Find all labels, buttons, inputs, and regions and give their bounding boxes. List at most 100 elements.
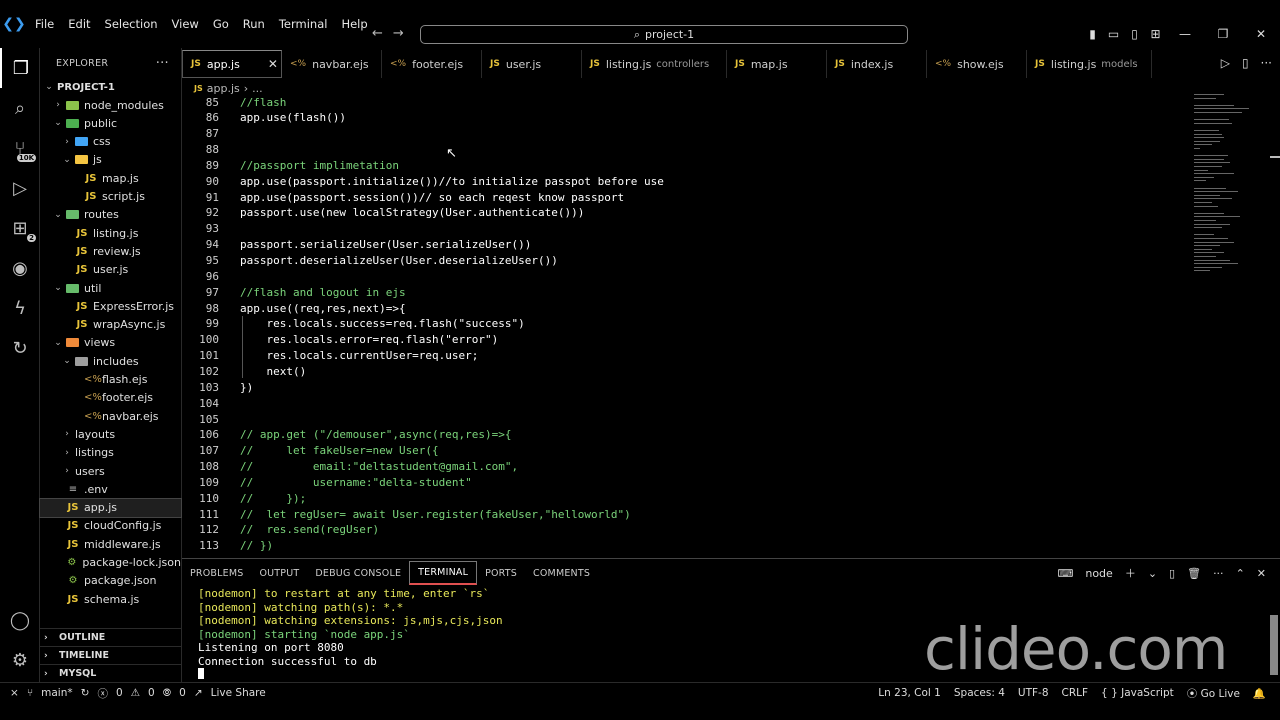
file-listing-js[interactable]: JS listing.js [40, 224, 181, 242]
toggle-secondary-sidebar-icon[interactable]: ▯ [1124, 27, 1145, 41]
folder-users[interactable]: › users [40, 462, 181, 480]
run-debug-icon[interactable]: ▷ [0, 168, 40, 208]
branch-name[interactable]: main* [41, 687, 73, 699]
notifications-icon[interactable]: 🔔 [1253, 687, 1266, 700]
terminal-dropdown-icon[interactable]: ⌄ [1148, 567, 1157, 580]
more-editor-actions-icon[interactable]: ··· [1261, 56, 1272, 70]
section-outline[interactable]: › OUTLINE [40, 628, 181, 646]
split-terminal-icon[interactable]: ▯ [1169, 567, 1175, 580]
language-mode[interactable]: { } JavaScript [1101, 687, 1174, 699]
extensions-icon[interactable]: ⊞ 2 [0, 208, 40, 248]
tab-user-js[interactable]: JS user.js [482, 50, 582, 78]
menu-terminal[interactable]: Terminal [272, 17, 335, 31]
folder-views[interactable]: ⌄ views [40, 334, 181, 352]
code-editor[interactable]: 85 //flash 86 app.use(flash()) 87 88 89 //passp… [182, 94, 1192, 553]
terminal-scrollbar[interactable] [1270, 615, 1278, 675]
folder-routes[interactable]: ⌄ routes [40, 206, 181, 224]
search-activity-icon[interactable]: ⌕ [0, 88, 40, 128]
panel-tab-comments[interactable]: COMMENTS [525, 561, 598, 585]
file-expresserror-js[interactable]: JS ExpressError.js [40, 297, 181, 315]
file-flash-ejs[interactable]: <% flash.ejs [40, 371, 181, 389]
folder-css[interactable]: › css [40, 133, 181, 151]
panel-tab-output[interactable]: OUTPUT [251, 561, 307, 585]
back-arrow-icon[interactable]: ← [372, 26, 383, 41]
command-center-search[interactable]: ⌕ project-1 [420, 25, 908, 44]
menu-go[interactable]: Go [206, 17, 236, 31]
breadcrumb-file[interactable]: app.js [207, 82, 240, 95]
sync-icon[interactable]: ↻ [81, 687, 90, 699]
customize-layout-icon[interactable]: ⊞ [1145, 27, 1166, 41]
github-icon[interactable]: ◉ [0, 248, 40, 288]
folder-includes[interactable]: ⌄ includes [40, 352, 181, 370]
project-root[interactable]: ⌄ PROJECT-1 [40, 78, 181, 96]
line-ending[interactable]: CRLF [1062, 687, 1089, 699]
tab-show-ejs[interactable]: <% show.ejs [927, 50, 1027, 78]
folder-listings[interactable]: › listings [40, 444, 181, 462]
folder-node-modules[interactable]: › node_modules [40, 96, 181, 114]
encoding[interactable]: UTF-8 [1018, 687, 1049, 699]
file-package-lock-json[interactable]: ⚙ package-lock.json [40, 554, 181, 572]
more-actions-icon[interactable]: ··· [156, 56, 169, 71]
section-timeline[interactable]: › TIMELINE [40, 646, 181, 664]
run-file-icon[interactable]: ▷ [1221, 56, 1230, 70]
cursor-position[interactable]: Ln 23, Col 1 [878, 687, 941, 699]
panel-tab-debug-console[interactable]: DEBUG CONSOLE [307, 561, 409, 585]
tab-app-js[interactable]: JS app.js ✕ [182, 50, 282, 78]
terminal-shell-name[interactable]: node [1085, 567, 1112, 580]
errors-count[interactable]: 0 [116, 687, 123, 699]
warnings-count[interactable]: 0 [148, 687, 155, 699]
editor-scrollbar-marker[interactable] [1270, 156, 1280, 158]
go-live[interactable]: ⦿ Go Live [1187, 686, 1240, 701]
explorer-icon[interactable]: ❐ [0, 48, 40, 88]
live-share-icon[interactable]: ↻ [0, 328, 40, 368]
more-panel-actions-icon[interactable]: ··· [1213, 567, 1224, 580]
minimap[interactable] [1192, 94, 1268, 284]
panel-tab-ports[interactable]: PORTS [477, 561, 525, 585]
file-cloudconfig-js[interactable]: JS cloudConfig.js [40, 517, 181, 535]
ports-count[interactable]: 0 [179, 687, 186, 699]
terminal-output[interactable]: [nodemon] to restart at any time, enter … [198, 587, 503, 683]
tab-listing-js[interactable]: JS listing.js models [1027, 50, 1152, 78]
file-review-js[interactable]: JS review.js [40, 242, 181, 260]
close-panel-icon[interactable]: ✕ [1257, 567, 1266, 580]
close-tab-icon[interactable]: ✕ [268, 57, 278, 71]
tab-navbar-ejs[interactable]: <% navbar.ejs [282, 50, 382, 78]
accounts-icon[interactable]: ◯ [0, 600, 40, 640]
thunder-client-icon[interactable]: ϟ [0, 288, 40, 328]
toggle-primary-sidebar-icon[interactable]: ▮ [1082, 27, 1103, 41]
file-footer-ejs[interactable]: <% footer.ejs [40, 389, 181, 407]
file-user-js[interactable]: JS user.js [40, 261, 181, 279]
file-middleware-js[interactable]: JS middleware.js [40, 535, 181, 553]
file-package-json[interactable]: ⚙ package.json [40, 572, 181, 590]
menu-selection[interactable]: Selection [98, 17, 165, 31]
folder-util[interactable]: ⌄ util [40, 279, 181, 297]
tab-map-js[interactable]: JS map.js [727, 50, 827, 78]
breadcrumb-symbol[interactable]: ... [252, 82, 263, 95]
file-wrapasync-js[interactable]: JS wrapAsync.js [40, 316, 181, 334]
menu-run[interactable]: Run [236, 17, 272, 31]
maximize-panel-icon[interactable]: ⌃ [1236, 567, 1245, 580]
panel-tab-problems[interactable]: PROBLEMS [182, 561, 251, 585]
manage-gear-icon[interactable]: ⚙ [0, 640, 40, 680]
menu-edit[interactable]: Edit [61, 17, 97, 31]
forward-arrow-icon[interactable]: → [393, 26, 404, 41]
folder-public[interactable]: ⌄ public [40, 114, 181, 132]
live-share-status[interactable]: Live Share [211, 687, 266, 699]
new-terminal-icon[interactable]: ＋ [1125, 565, 1136, 581]
toggle-panel-icon[interactable]: ▭ [1103, 27, 1124, 41]
split-editor-icon[interactable]: ▯ [1242, 56, 1249, 70]
file-script-js[interactable]: JS script.js [40, 188, 181, 206]
tab-footer-ejs[interactable]: <% footer.ejs [382, 50, 482, 78]
terminal-prompt[interactable] [198, 668, 503, 683]
file-navbar-ejs[interactable]: <% navbar.ejs [40, 407, 181, 425]
tab-index-js[interactable]: JS index.js [827, 50, 927, 78]
file-schema-js[interactable]: JS schema.js [40, 590, 181, 608]
restore-icon[interactable]: ❐ [1204, 27, 1242, 41]
menu-help[interactable]: Help [334, 17, 374, 31]
indentation[interactable]: Spaces: 4 [954, 687, 1005, 699]
menu-file[interactable]: File [28, 17, 61, 31]
remote-icon[interactable]: ⨯ [10, 687, 19, 699]
kill-terminal-icon[interactable]: 🗑 [1187, 567, 1201, 580]
folder-layouts[interactable]: › layouts [40, 425, 181, 443]
folder-js[interactable]: ⌄ js [40, 151, 181, 169]
